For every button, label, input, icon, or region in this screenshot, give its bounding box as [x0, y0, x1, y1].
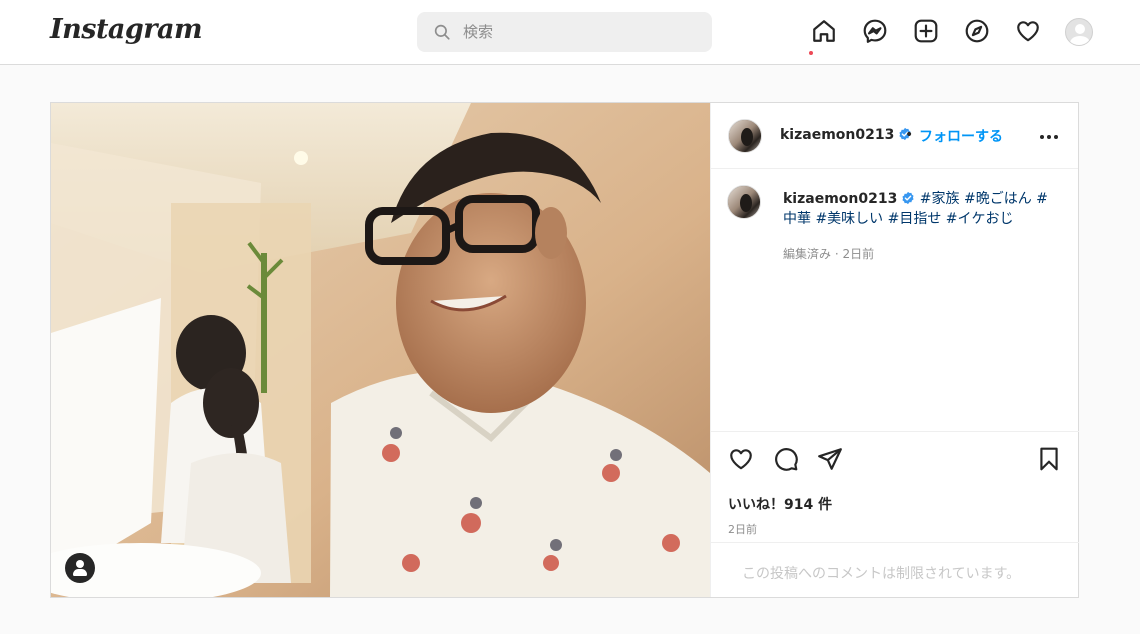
separator-dot: •	[905, 127, 914, 143]
share-icon	[818, 448, 842, 470]
nav-new-post[interactable]	[900, 18, 951, 48]
caption-text: kizaemon0213 #家族 #晩ごはん # 中華 #美味しい #目指せ #…	[783, 189, 1053, 229]
post-actions: いいね！914 件 2日前 この投稿へのコメントは制限されています。	[711, 431, 1079, 597]
profile-avatar	[1064, 18, 1093, 46]
edited-timestamp: 編集済み · 2日前	[783, 247, 875, 261]
caption-avatar[interactable]	[727, 185, 761, 219]
caption-username[interactable]: kizaemon0213	[783, 191, 897, 207]
tagged-users-button[interactable]	[65, 553, 95, 583]
nav-profile[interactable]	[1053, 18, 1104, 48]
more-options-button[interactable]	[1037, 125, 1061, 149]
save-icon	[1040, 447, 1058, 471]
nav-activity[interactable]	[1002, 18, 1053, 48]
nav-home[interactable]	[798, 18, 849, 55]
author-username[interactable]: kizaemon0213	[780, 127, 912, 143]
like-button[interactable]	[728, 446, 756, 474]
like-count[interactable]: いいね！914 件	[728, 494, 832, 514]
activity-heart-icon	[1016, 21, 1039, 42]
notification-dot	[809, 51, 813, 55]
nav-messenger[interactable]	[849, 18, 900, 48]
messenger-icon	[863, 19, 886, 43]
search-icon	[434, 24, 450, 40]
verified-badge-icon	[902, 191, 914, 205]
search-box[interactable]	[417, 12, 712, 52]
author-avatar[interactable]	[728, 119, 762, 153]
post-card: kizaemon0213 • フォローする kizaemon0213 #家族 #…	[50, 102, 1079, 598]
share-button[interactable]	[817, 446, 845, 474]
top-navigation-bar: Instagram	[0, 0, 1140, 65]
photo-illustration	[51, 103, 710, 597]
comment-button[interactable]	[773, 446, 801, 474]
post-header: kizaemon0213 • フォローする	[711, 103, 1078, 169]
save-button[interactable]	[1036, 446, 1064, 474]
explore-icon	[965, 19, 988, 43]
instagram-logo[interactable]: Instagram	[50, 14, 203, 45]
like-icon	[730, 449, 752, 470]
comments-restricted-text: この投稿へのコメントは制限されています。	[742, 566, 1021, 582]
comment-icon	[775, 448, 798, 471]
home-icon	[812, 20, 835, 42]
nav-icons	[798, 18, 1104, 55]
follow-button[interactable]: フォローする	[919, 126, 1003, 146]
search-input[interactable]	[463, 23, 683, 41]
post-sidebar: kizaemon0213 • フォローする kizaemon0213 #家族 #…	[710, 103, 1079, 597]
author-username-text: kizaemon0213	[780, 127, 895, 143]
comments-restricted: この投稿へのコメントは制限されています。	[711, 542, 1079, 598]
nav-explore[interactable]	[951, 18, 1002, 48]
more-options-icon	[1040, 135, 1044, 139]
new-post-icon	[914, 19, 937, 43]
post-date[interactable]: 2日前	[728, 521, 757, 537]
post-photo[interactable]	[51, 103, 710, 597]
